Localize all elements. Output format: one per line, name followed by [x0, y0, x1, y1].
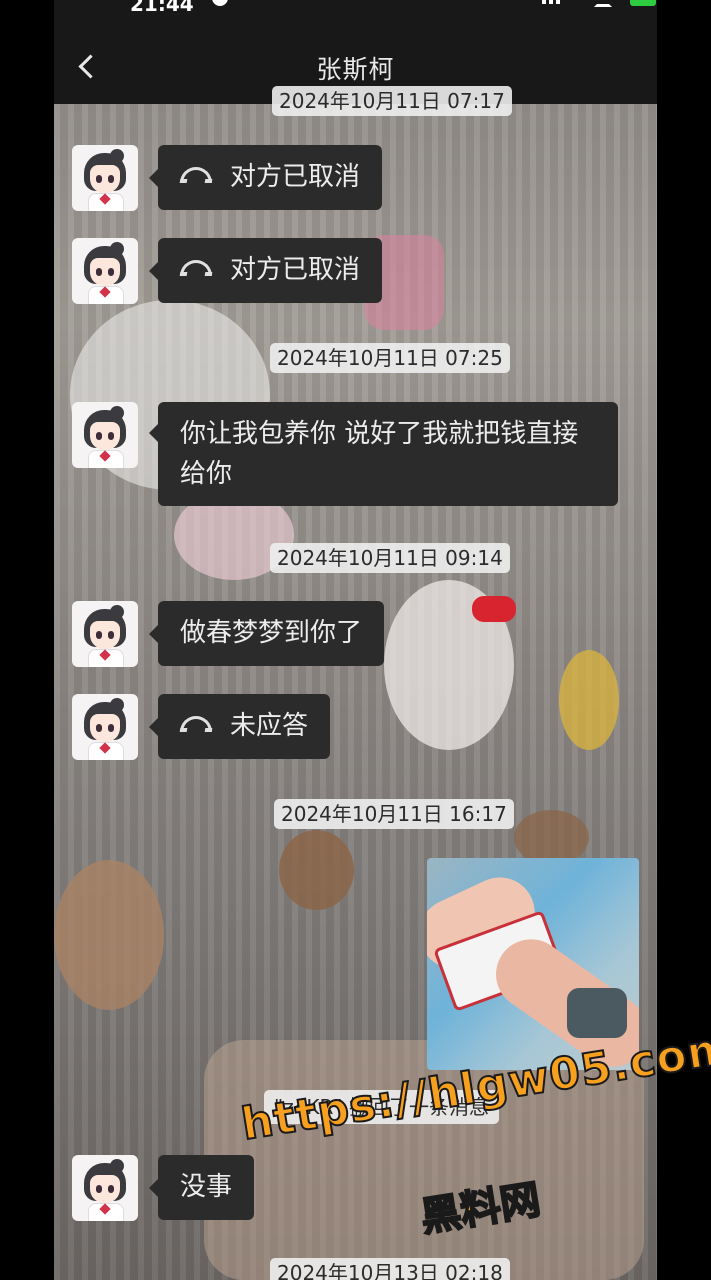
background-brown-plush [279, 830, 354, 910]
signal-bar [549, 0, 553, 4]
wifi-icon [594, 0, 612, 7]
avatar[interactable] [72, 402, 138, 468]
phone-hangup-icon [180, 715, 216, 732]
background-yellow-plush [559, 650, 619, 750]
call-bubble[interactable]: 对方已取消 [148, 238, 383, 303]
letterbox-right [657, 0, 711, 1280]
text-bubble[interactable]: 没事 [148, 1155, 255, 1220]
avatar[interactable] [72, 694, 138, 760]
call-status: 未应答 [230, 711, 309, 741]
timestamp: 2024年10月11日 07:17 [272, 86, 512, 116]
call-bubble[interactable]: 未应答 [148, 694, 331, 759]
signal-icon [542, 0, 546, 4]
background-teddy-bear [54, 860, 164, 1010]
avatar[interactable] [72, 238, 138, 304]
avatar[interactable] [72, 145, 138, 211]
text-bubble[interactable]: 你让我包养你 说好了我就把钱直接给你 [149, 402, 618, 506]
timestamp: 2024年10月11日 16:17 [274, 799, 514, 829]
background-brown-plush-2 [514, 810, 589, 865]
status-time: 21:44 [130, 0, 194, 16]
avatar[interactable] [72, 1155, 138, 1221]
location-icon [212, 0, 228, 6]
phone-hangup-icon [180, 166, 216, 183]
call-bubble[interactable]: 对方已取消 [148, 145, 383, 210]
call-status: 对方已取消 [230, 162, 361, 192]
signal-bar [556, 0, 560, 4]
status-bar: 21:44 [54, 0, 657, 24]
timestamp: 2024年10月11日 07:25 [270, 343, 510, 373]
avatar[interactable] [72, 601, 138, 667]
letterbox-left [0, 0, 54, 1280]
background-bow [472, 596, 516, 622]
battery-icon [630, 0, 656, 6]
phone-hangup-icon [180, 259, 216, 276]
chat-title: 张斯柯 [316, 55, 395, 84]
image-message[interactable] [427, 858, 639, 1070]
timestamp: 2024年10月11日 09:14 [270, 543, 510, 573]
timestamp: 2024年10月13日 02:18 [270, 1258, 510, 1280]
call-status: 对方已取消 [230, 255, 361, 285]
text-bubble[interactable]: 做春梦梦到你了 [148, 601, 385, 666]
